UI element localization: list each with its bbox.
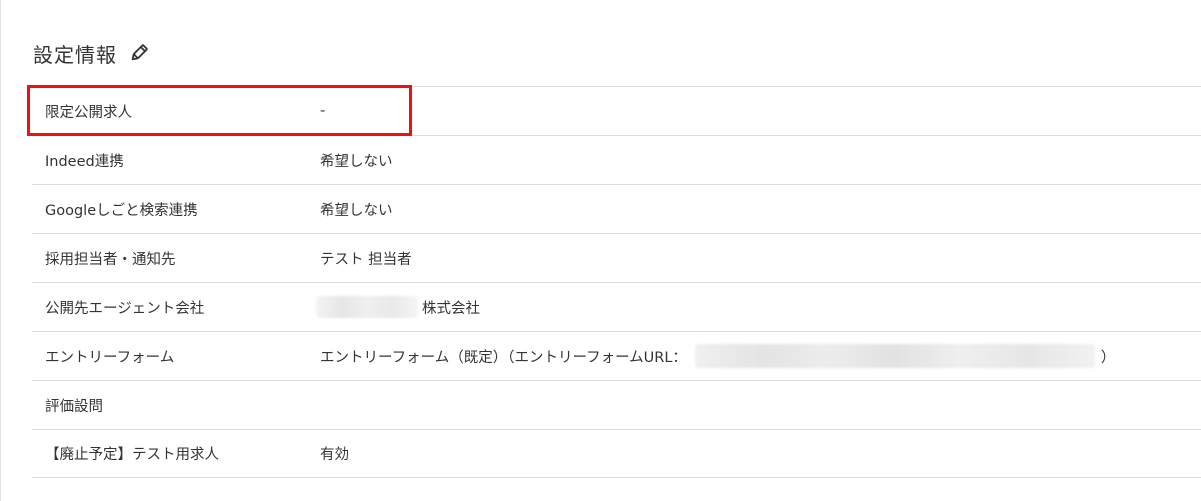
settings-row-test-job: 【廃止予定】テスト用求人 有効 xyxy=(32,429,1201,478)
settings-row-recruiter: 採用担当者・通知先 テスト 担当者 xyxy=(32,233,1201,282)
entry-form-text: エントリーフォーム（既定）（エントリーフォームURL： xyxy=(320,349,687,366)
row-value: - xyxy=(320,103,326,119)
settings-row-google-jobs: Googleしごと検索連携 希望しない xyxy=(32,184,1201,233)
settings-page: 設定情報 限定公開求人 - Indeed連携 希望しない Googleしごと検索… xyxy=(0,0,1201,501)
section-title: 設定情報 xyxy=(33,42,117,67)
settings-row-indeed: Indeed連携 希望しない xyxy=(32,135,1201,184)
row-label: 公開先エージェント会社 xyxy=(45,300,205,317)
settings-row-limited-public: 限定公開求人 - xyxy=(32,86,1201,135)
row-label: 【廃止予定】テスト用求人 xyxy=(45,447,219,463)
company-suffix: 株式会社 xyxy=(422,300,480,317)
row-label: エントリーフォーム xyxy=(45,349,175,366)
row-label: Googleしごと検索連携 xyxy=(45,202,198,219)
row-label: 評価設問 xyxy=(45,398,103,415)
pencil-icon[interactable] xyxy=(129,43,149,63)
settings-row-evaluation: 評価設問 xyxy=(32,380,1201,429)
row-value: 希望しない xyxy=(320,202,393,219)
row-value: 希望しない xyxy=(320,153,393,170)
pencil-icon-graphic xyxy=(131,44,148,61)
row-label: 採用担当者・通知先 xyxy=(45,251,176,268)
row-label: 限定公開求人 xyxy=(45,104,132,121)
row-value: 有効 xyxy=(320,447,349,463)
settings-row-entry-form: エントリーフォーム エントリーフォーム（既定）（エントリーフォームURL： ） xyxy=(32,331,1201,380)
settings-row-agent-company: 公開先エージェント会社 株式会社 xyxy=(32,282,1201,331)
row-value: 株式会社 xyxy=(316,296,480,318)
redacted-entry-form-url xyxy=(694,344,1095,368)
row-value: テスト 担当者 xyxy=(320,251,412,268)
row-label: Indeed連携 xyxy=(45,153,124,170)
settings-table: 限定公開求人 - Indeed連携 希望しない Googleしごと検索連携 希望… xyxy=(32,86,1201,478)
redacted-company-name xyxy=(316,296,418,318)
entry-form-close: ） xyxy=(1100,349,1116,366)
section-header: 設定情報 xyxy=(33,38,149,68)
row-value: エントリーフォーム（既定）（エントリーフォームURL： ） xyxy=(320,344,1115,368)
